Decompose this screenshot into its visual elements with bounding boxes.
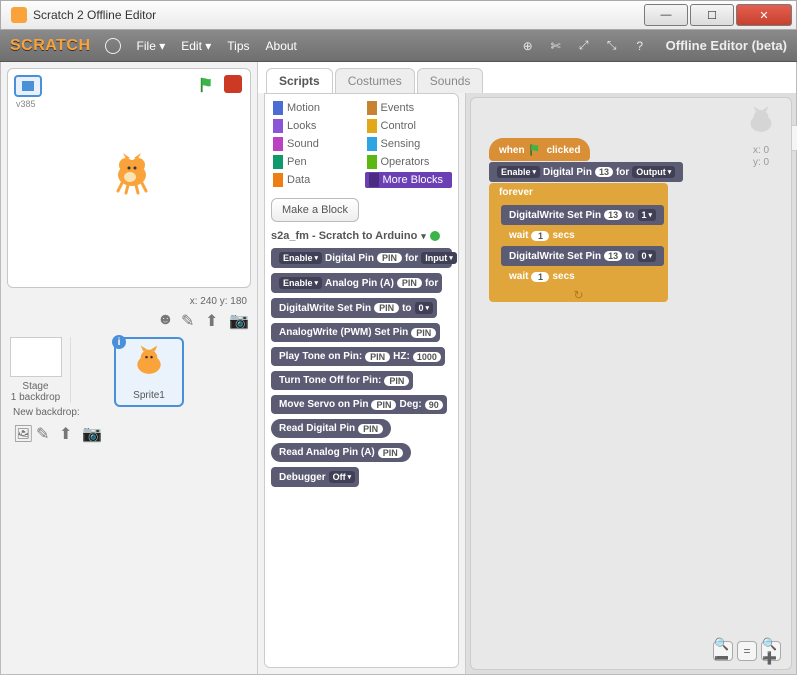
mouse-coords: x: 240 y: 180 <box>1 294 257 309</box>
sprite-on-stage[interactable] <box>108 149 156 202</box>
sprite-indicator: x: 0 y: 0 <box>743 104 779 169</box>
backdrop-upload-icon[interactable]: ⬆ <box>59 424 77 442</box>
script-block-wait-2[interactable]: wait1secs <box>501 267 583 286</box>
category-operators[interactable]: Operators <box>365 154 453 170</box>
palette-block-servo[interactable]: Move Servo on PinPINDeg:90 <box>271 395 447 414</box>
chevron-down-icon: ▾ <box>421 231 426 242</box>
sprite-thumbnail[interactable]: i Sprite1 <box>114 337 184 407</box>
green-flag-button[interactable] <box>198 75 218 95</box>
new-sprite-upload-icon[interactable]: ⬆ <box>205 311 223 329</box>
stage-thumbnail[interactable]: Stage 1 backdrop <box>7 337 71 403</box>
script-area[interactable]: ? x: 0 y: 0 when clicked <box>465 93 796 674</box>
backdrop-camera-icon[interactable]: 📷 <box>82 424 100 442</box>
make-a-block-button[interactable]: Make a Block <box>271 198 359 222</box>
palette-block-digitalwrite[interactable]: DigitalWrite Set PinPINto0▾ <box>271 298 437 318</box>
new-sprite-paint-icon[interactable]: ✎ <box>181 311 199 329</box>
sprite-y: y: 0 <box>743 157 779 169</box>
menu-about[interactable]: About <box>266 39 297 53</box>
hat-when-flag-clicked[interactable]: when clicked <box>489 138 590 161</box>
script-block-enable[interactable]: Enable▾ Digital Pin 13 for Output▾ <box>489 162 683 182</box>
tab-costumes[interactable]: Costumes <box>335 68 415 93</box>
menu-tips[interactable]: Tips <box>227 39 249 53</box>
window-title: Scratch 2 Offline Editor <box>33 8 644 22</box>
backdrop-library-icon[interactable]: 🖼 <box>13 424 31 442</box>
script-block-wait-1[interactable]: wait1secs <box>501 226 583 245</box>
stage[interactable]: v385 <box>7 68 251 288</box>
stage-column: v385 x: 240 y: 180 ☻ ✎ ⬆ 📷 Stage <box>1 62 258 674</box>
category-sound[interactable]: Sound <box>271 136 359 152</box>
script-stack[interactable]: when clicked Enable▾ Digital Pin 13 for … <box>489 138 683 302</box>
zoom-in-button[interactable]: 🔍➕ <box>761 641 781 661</box>
category-sensing[interactable]: Sensing <box>365 136 453 152</box>
new-sprite-camera-icon[interactable]: 📷 <box>229 311 247 329</box>
palette-block-play-tone[interactable]: Play Tone on Pin:PINHZ:1000 <box>271 347 445 366</box>
loop-arrow-icon: ↻ <box>489 288 668 302</box>
close-button[interactable]: ✕ <box>736 4 792 26</box>
version-label: v385 <box>16 99 36 109</box>
green-flag-icon <box>529 143 543 157</box>
category-events[interactable]: Events <box>365 100 453 116</box>
palette-block-analogwrite[interactable]: AnalogWrite (PWM) Set PinPIN <box>271 323 440 342</box>
sprite-x: x: 0 <box>743 145 779 157</box>
category-looks[interactable]: Looks <box>271 118 359 134</box>
sprite-name: Sprite1 <box>120 390 178 401</box>
stamp-tool-icon[interactable]: ⊕ <box>519 37 537 55</box>
cut-tool-icon[interactable]: ✄ <box>547 37 565 55</box>
backdrop-paint-icon[interactable]: ✎ <box>36 424 54 442</box>
zoom-out-button[interactable]: 🔍➖ <box>713 641 733 661</box>
palette-block-read-analog[interactable]: Read Analog Pin (A)PIN <box>271 443 411 462</box>
app-icon <box>11 7 27 23</box>
new-sprite-library-icon[interactable]: ☻ <box>157 311 175 329</box>
extension-header[interactable]: s2a_fm - Scratch to Arduino ▾ <box>271 230 452 242</box>
tab-sounds[interactable]: Sounds <box>417 68 484 93</box>
scratch-logo[interactable]: SCRATCH <box>10 37 91 55</box>
status-dot-icon <box>430 231 440 241</box>
fullscreen-icon[interactable] <box>14 75 42 97</box>
new-backdrop-label: New backdrop: <box>7 403 106 422</box>
stop-button[interactable] <box>224 75 242 93</box>
menu-edit[interactable]: Edit ▾ <box>181 39 211 53</box>
script-block-digitalwrite-2[interactable]: DigitalWrite Set Pin13to0▾ <box>501 246 664 266</box>
script-block-forever[interactable]: forever DigitalWrite Set Pin13to1▾ wait1… <box>489 183 668 302</box>
maximize-button[interactable]: ☐ <box>690 4 734 26</box>
shrink-tool-icon[interactable]: ⤡ <box>603 37 621 55</box>
backdrop-count: 1 backdrop <box>7 392 64 403</box>
category-pen[interactable]: Pen <box>271 154 359 170</box>
minimize-button[interactable]: — <box>644 4 688 26</box>
tab-scripts[interactable]: Scripts <box>266 68 333 93</box>
menu-file[interactable]: File ▾ <box>137 39 166 53</box>
menubar: SCRATCH File ▾ Edit ▾ Tips About ⊕ ✄ ⤢ ⤡… <box>0 30 797 62</box>
palette-block-enable-digital[interactable]: Enable▾Digital PinPINforInput▾ <box>271 248 452 268</box>
palette-block-debugger[interactable]: DebuggerOff▾ <box>271 467 359 487</box>
help-tool-icon[interactable]: ? <box>631 37 649 55</box>
palette-block-enable-analog[interactable]: Enable▾Analog Pin (A)PINfor <box>271 273 442 293</box>
category-data[interactable]: Data <box>271 172 359 188</box>
language-icon[interactable] <box>105 38 121 54</box>
stage-label: Stage <box>7 381 64 392</box>
palette-block-tone-off[interactable]: Turn Tone Off for Pin:PIN <box>271 371 413 390</box>
zoom-reset-button[interactable]: = <box>737 641 757 661</box>
sprite-info-icon[interactable]: i <box>112 335 126 349</box>
palette-block-read-digital[interactable]: Read Digital PinPIN <box>271 419 391 438</box>
category-control[interactable]: Control <box>365 118 453 134</box>
category-motion[interactable]: Motion <box>271 100 359 116</box>
grow-tool-icon[interactable]: ⤢ <box>575 37 593 55</box>
titlebar: Scratch 2 Offline Editor — ☐ ✕ <box>0 0 797 30</box>
script-block-digitalwrite-1[interactable]: DigitalWrite Set Pin13to1▾ <box>501 205 664 225</box>
category-more-blocks[interactable]: More Blocks <box>365 172 453 188</box>
offline-label: Offline Editor (beta) <box>666 38 787 53</box>
